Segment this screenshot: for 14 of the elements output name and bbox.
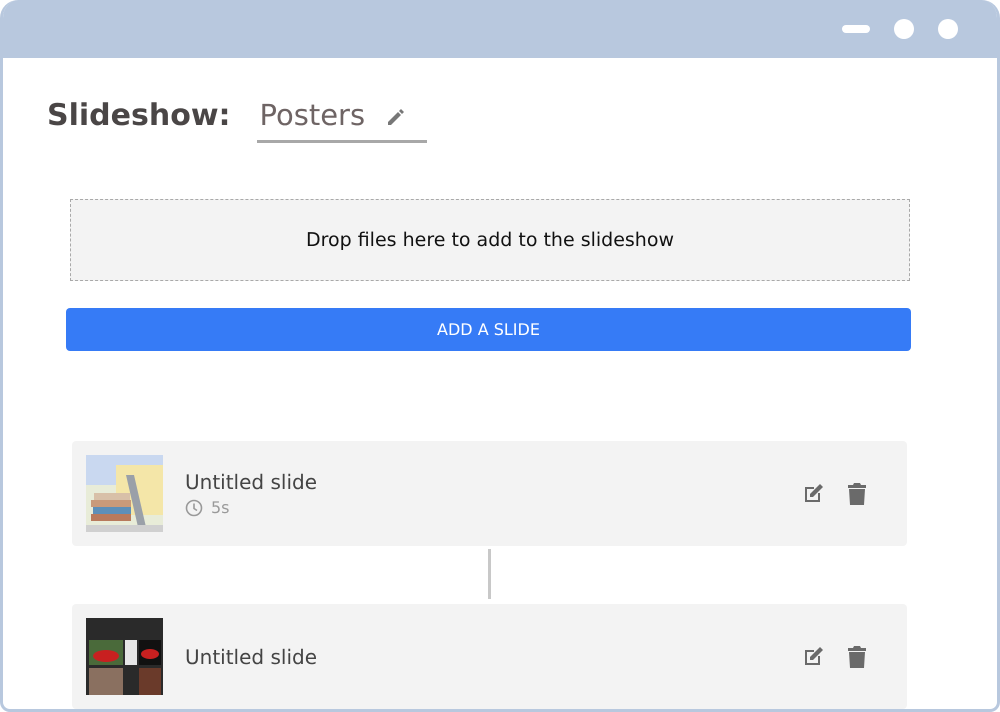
slide-row[interactable]: Untitled slide [72, 604, 907, 709]
slide-duration: 5s [211, 498, 230, 517]
clock-icon [185, 498, 203, 516]
drop-zone-text: Drop files here to add to the slideshow [306, 229, 674, 252]
trash-icon [847, 644, 867, 668]
trash-icon [847, 482, 867, 506]
slideshow-label: Slideshow: [47, 98, 231, 133]
drop-zone[interactable]: Drop files here to add to the slideshow [70, 199, 910, 282]
slide-title: Untitled slide [185, 644, 318, 668]
slideshow-name-field[interactable]: Posters [256, 98, 427, 143]
slide-title: Untitled slide [185, 470, 318, 494]
add-slide-button[interactable]: ADD A SLIDE [66, 308, 911, 351]
slide-row[interactable]: Untitled slide 5s [72, 441, 907, 546]
pencil-icon[interactable] [385, 108, 406, 128]
